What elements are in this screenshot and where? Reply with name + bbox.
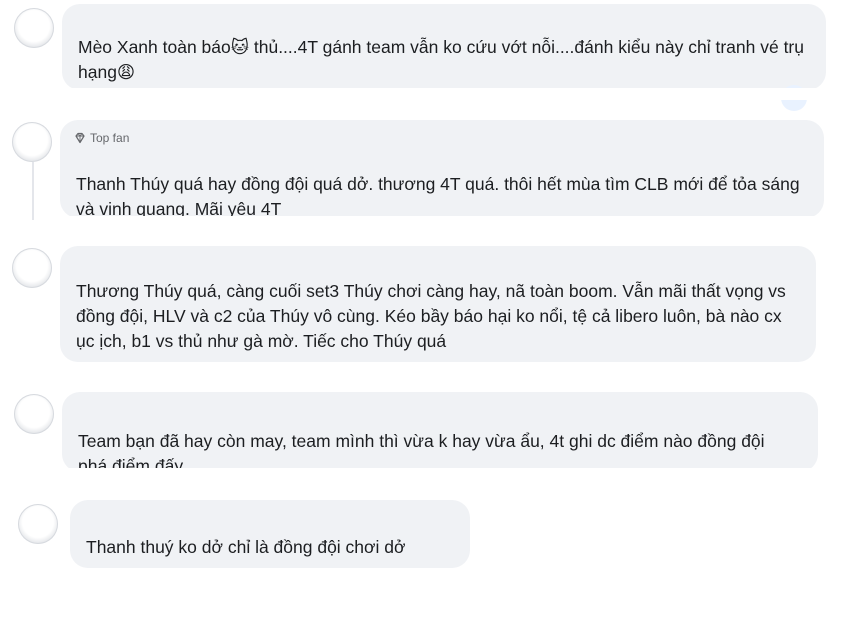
comment-bubble: Team bạn đã hay còn may, team mình thì v… [62, 392, 818, 476]
comment-bubble: Thương Thúy quá, càng cuối set3 Thúy chơ… [60, 246, 816, 362]
comment-text: Thương Thúy quá, càng cuối set3 Thúy chơ… [76, 281, 786, 351]
avatar[interactable] [18, 504, 58, 544]
comment-text: Thanh thuý ko dở chỉ là đồng đội chơi dở [86, 537, 406, 557]
comment-2: Top fan Thanh Thúy quá hay đồng đội quá … [0, 112, 842, 224]
badge-label: Top fan [90, 131, 130, 145]
avatar[interactable] [14, 394, 54, 434]
thread-line [32, 162, 34, 220]
avatar[interactable] [12, 248, 52, 288]
comment-bubble: Top fan Thanh Thúy quá hay đồng đội quá … [60, 120, 824, 219]
comment-bubble: Mèo Xanh toàn báo🐱 thủ....4T gánh team v… [62, 4, 826, 90]
comment-3: Thương Thúy quá, càng cuối set3 Thúy chơ… [0, 240, 842, 370]
top-fan-badge: Top fan [74, 131, 129, 145]
comment-bubble: Thanh thuý ko dở chỉ là đồng đội chơi dở [70, 500, 470, 568]
comment-text: Thanh Thúy quá hay đồng đội quá dở. thươ… [76, 174, 800, 219]
diamond-icon [75, 132, 85, 144]
comment-5: Thanh thuý ko dở chỉ là đồng đội chơi dở [0, 496, 842, 576]
avatar[interactable] [14, 8, 54, 48]
comment-text: Mèo Xanh toàn báo🐱 thủ....4T gánh team v… [78, 37, 804, 82]
comment-1: Mèo Xanh toàn báo🐱 thủ....4T gánh team v… [0, 0, 842, 111]
avatar[interactable] [12, 122, 52, 162]
comment-4: Team bạn đã hay còn may, team mình thì v… [0, 386, 842, 476]
